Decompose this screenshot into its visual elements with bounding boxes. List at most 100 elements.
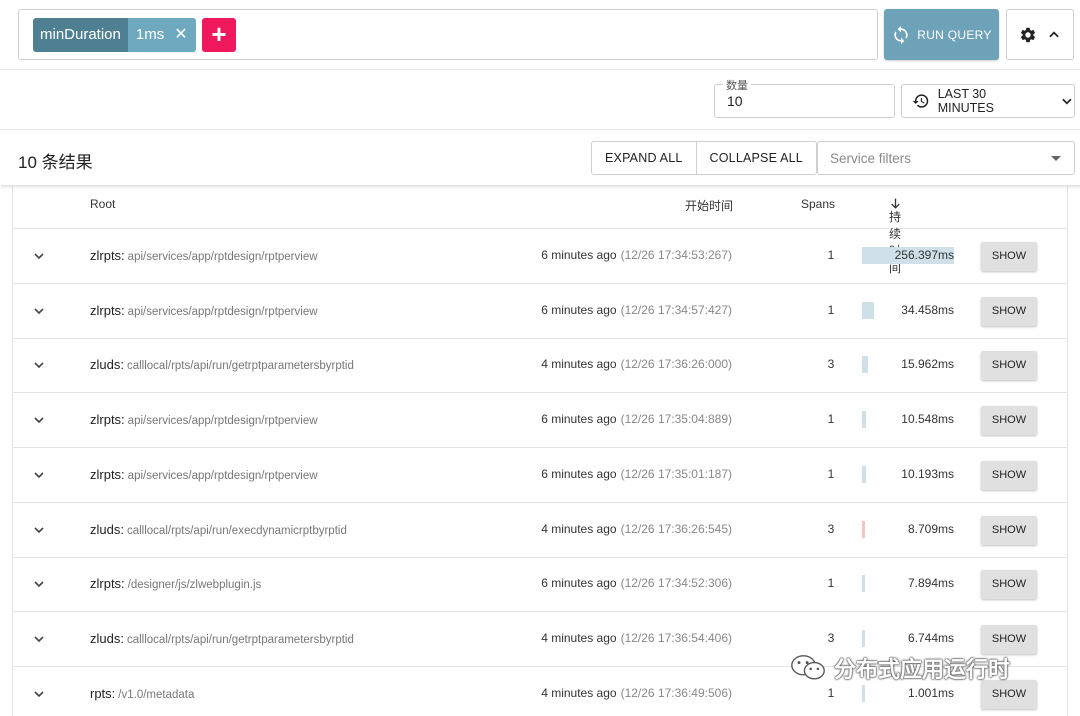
chevron-down-icon[interactable] (31, 303, 47, 319)
start-time-absolute: (12/26 17:36:26:000) (620, 357, 732, 372)
show-trace-button[interactable]: SHOW (981, 242, 1037, 271)
close-icon[interactable]: ✕ (174, 18, 187, 52)
start-time-absolute: (12/26 17:35:01:187) (620, 466, 732, 481)
service-name: zluds: (90, 357, 124, 373)
duration-value: 256.397ms (894, 248, 954, 262)
service-name: zluds: (90, 521, 124, 537)
filter-chip-value: 1ms (135, 26, 165, 43)
duration-value: 1.001ms (907, 685, 954, 700)
options-row: 数量 LAST 30 MINUTES (0, 70, 1080, 130)
start-time-relative: 6 minutes ago (541, 248, 617, 262)
service-name: zlrpts: (90, 412, 125, 428)
chevron-down-icon[interactable] (31, 412, 47, 428)
query-input-box[interactable]: minDuration 1ms ✕ + (18, 9, 878, 60)
duration-value: 15.962ms (901, 357, 954, 372)
settings-toggle-button[interactable] (1006, 9, 1074, 60)
span-count: 3 (827, 357, 835, 372)
collapse-all-button[interactable]: COLLAPSE ALL (695, 142, 816, 174)
duration-value: 10.193ms (901, 466, 954, 481)
chevron-down-icon[interactable] (31, 522, 47, 538)
table-row[interactable]: zlrpts:/designer/js/zlwebplugin.js 6 minu… (13, 557, 1067, 613)
show-trace-button[interactable]: SHOW (981, 515, 1037, 545)
duration-bar (862, 465, 866, 483)
show-trace-button[interactable]: SHOW (981, 460, 1037, 490)
start-time-absolute: (12/26 17:34:52:306) (620, 576, 732, 591)
start-time-relative: 6 minutes ago (541, 412, 617, 427)
trace-root: zlrpts: api/services/app/rptdesign/rptper… (90, 467, 318, 482)
duration-bar (862, 301, 875, 319)
service-name: zlrpts: (90, 466, 125, 482)
table-row[interactable]: zluds: calllocal/rpts/api/run/getrptparam… (13, 338, 1067, 394)
duration-value: 6.744ms (907, 630, 954, 645)
span-count: 1 (827, 576, 835, 591)
watermark: 分布式应用运行时 (790, 652, 1010, 684)
trace-root: zlrpts: api/services/app/rptdesign/rptper… (90, 303, 318, 318)
start-time: 6 minutes ago (12/26 17:34:52:306) (541, 576, 732, 590)
limit-label: 数量 (723, 77, 751, 93)
table-row[interactable]: zlrpts: api/services/app/rptdesign/rptper… (13, 229, 1067, 284)
span-count: 1 (827, 412, 835, 427)
chevron-down-icon[interactable] (31, 631, 47, 647)
chevron-down-icon (1062, 98, 1072, 105)
start-time-relative: 6 minutes ago (541, 466, 617, 481)
column-spans[interactable]: Spans (801, 197, 835, 211)
span-name: api/services/app/rptdesign/rptperview (127, 305, 318, 318)
trace-root: zlrpts: api/services/app/rptdesign/rptper… (90, 412, 318, 427)
trace-root: zluds: calllocal/rpts/api/run/execdynamic… (90, 522, 347, 537)
duration-value: 7.894ms (907, 576, 954, 591)
table-row[interactable]: zluds: calllocal/rpts/api/run/execdynamic… (13, 503, 1067, 558)
query-bar: minDuration 1ms ✕ + RUN QUERY (0, 0, 1080, 70)
lookback-dropdown[interactable]: LAST 30 MINUTES (901, 84, 1075, 118)
span-count: 1 (827, 248, 835, 262)
duration-bar (862, 684, 865, 702)
column-duration[interactable]: 持续时间 (889, 197, 902, 275)
filter-chip-key: minDuration (33, 18, 128, 52)
run-query-button[interactable]: RUN QUERY (884, 9, 999, 60)
start-time-relative: 4 minutes ago (541, 685, 617, 700)
table-row[interactable]: zlrpts: api/services/app/rptdesign/rptper… (13, 393, 1067, 449)
results-table: Root 开始时间 Spans 持续时间 zlrpts:api/services… (1, 185, 1080, 716)
trace-root: rpts:/v1.0/metadata (90, 686, 194, 701)
chevron-down-icon[interactable] (31, 248, 47, 264)
trace-root: zluds: calllocal/rpts/api/run/getrptparam… (90, 357, 354, 372)
show-trace-button[interactable]: SHOW (981, 296, 1037, 326)
table-header: Root 开始时间 Spans 持续时间 (13, 186, 1067, 275)
column-start-time[interactable]: 开始时间 (685, 197, 733, 214)
caret-down-icon (1051, 156, 1061, 161)
span-count: 1 (827, 466, 835, 481)
trace-root: zlrpts:/designer/js/zlwebplugin.js (90, 576, 261, 591)
limit-field[interactable]: 数量 (714, 77, 895, 118)
gear-icon (1020, 27, 1036, 42)
span-name: api/services/app/rptdesign/rptperview (127, 469, 318, 482)
start-time-absolute: (12/26 17:36:54:406) (620, 630, 732, 645)
trace-root: zluds: calllocal/rpts/api/run/getrptparam… (90, 631, 354, 646)
span-name: /designer/js/zlwebplugin.js (127, 579, 262, 592)
chevron-down-icon[interactable] (31, 357, 47, 373)
span-count: 1 (827, 685, 835, 700)
show-trace-button[interactable]: SHOW (981, 351, 1037, 381)
service-filter-select[interactable]: Service filters (817, 141, 1075, 175)
limit-input[interactable] (727, 93, 877, 109)
duration-value: 34.458ms (901, 302, 954, 317)
span-name: calllocal/rpts/api/run/getrptparametersb… (126, 633, 354, 646)
result-count: 10 条结果 (18, 153, 93, 172)
chevron-down-icon[interactable] (31, 576, 47, 592)
add-filter-button[interactable]: + (202, 18, 236, 52)
service-filter-placeholder: Service filters (830, 151, 912, 166)
start-time-absolute: (12/26 17:35:04:889) (620, 412, 732, 427)
trace-root: zlrpts: api/services/app/rptdesign/rptper… (90, 248, 318, 263)
start-time: 4 minutes ago (12/26 17:36:49:506) (541, 686, 732, 700)
filter-chip-min-duration[interactable]: minDuration 1ms ✕ (33, 18, 196, 52)
show-trace-button[interactable]: SHOW (981, 624, 1037, 654)
table-row[interactable]: zlrpts: api/services/app/rptdesign/rptper… (13, 448, 1067, 503)
expand-all-button[interactable]: EXPAND ALL (592, 142, 696, 174)
chevron-down-icon[interactable] (31, 467, 47, 483)
start-time: 6 minutes ago (12/26 17:35:04:889) (541, 412, 732, 426)
show-trace-button[interactable]: SHOW (981, 406, 1037, 436)
service-name: zlrpts: (90, 576, 125, 592)
show-trace-button[interactable]: SHOW (981, 570, 1037, 600)
chevron-down-icon[interactable] (31, 686, 47, 702)
start-time: 4 minutes ago (12/26 17:36:26:545) (541, 522, 732, 536)
table-row[interactable]: zlrpts: api/services/app/rptdesign/rptper… (13, 284, 1067, 339)
span-name: calllocal/rpts/api/run/getrptparametersb… (126, 360, 354, 373)
